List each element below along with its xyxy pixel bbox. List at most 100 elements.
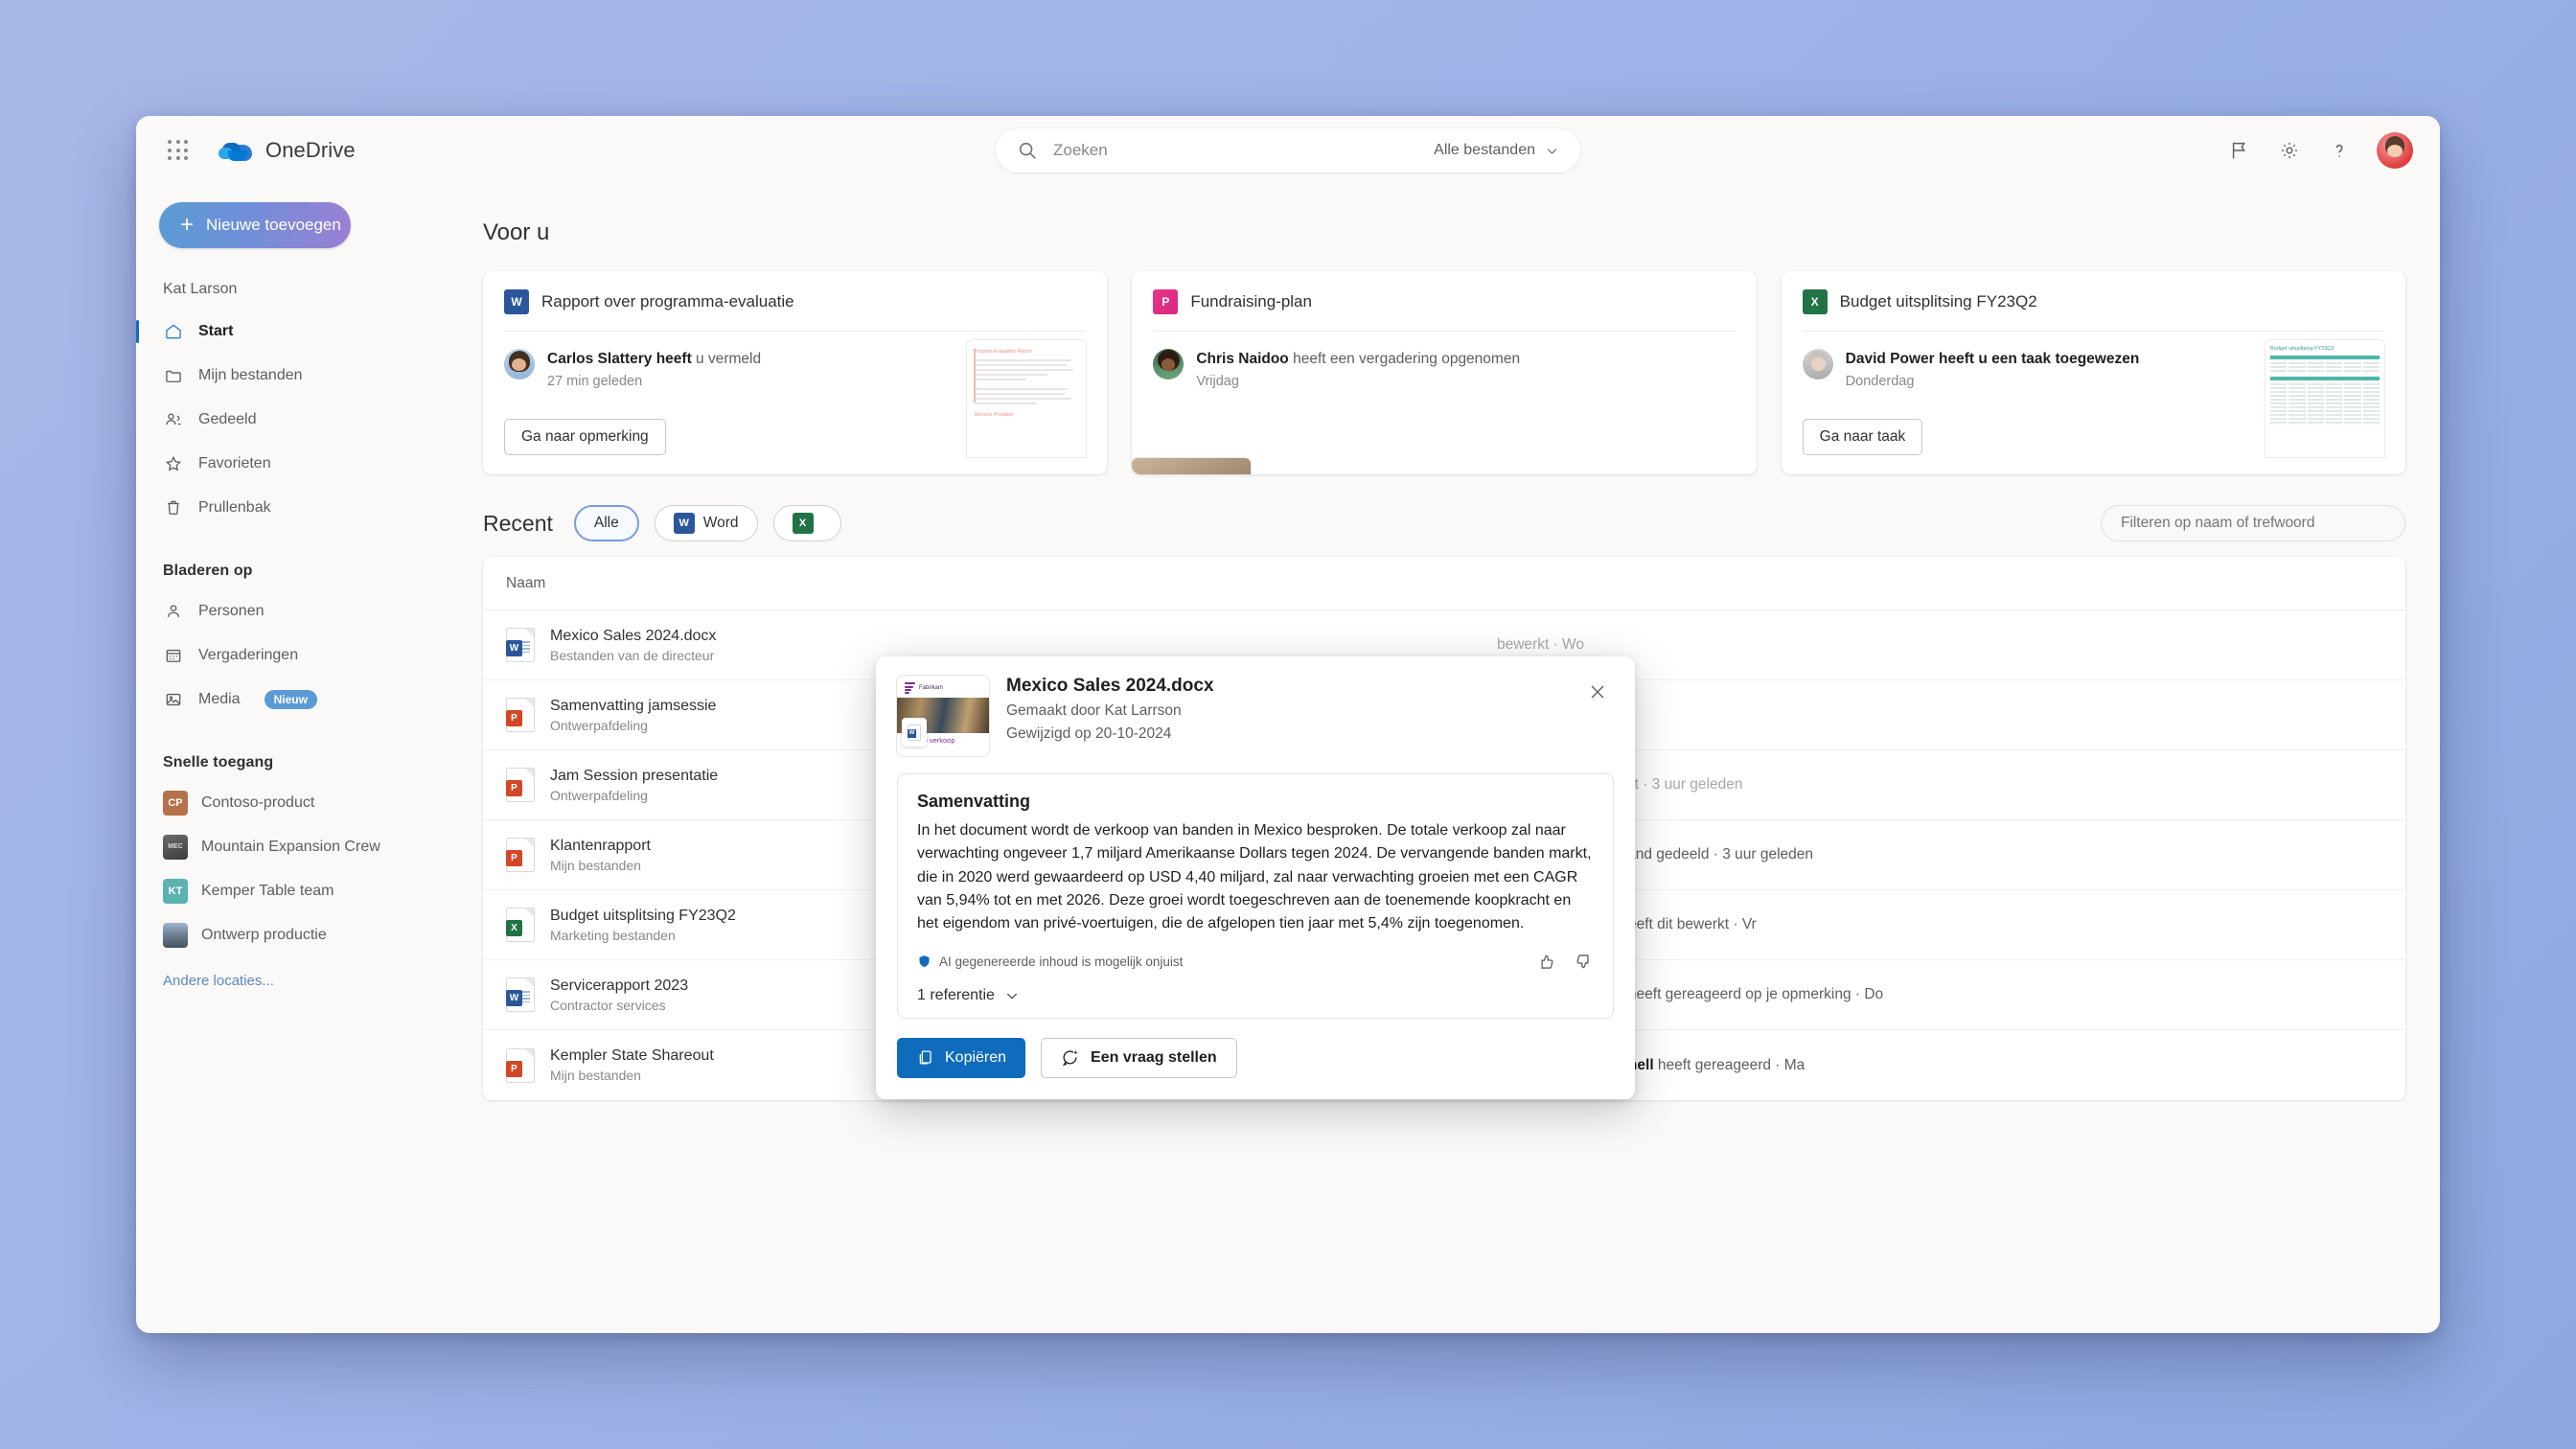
file-name: Jam Session presentatie [550,767,719,784]
onedrive-window: OneDrive Alle bestanden [136,116,2440,1333]
gear-icon[interactable] [2269,130,2310,171]
question-mark-icon[interactable] [2319,130,2359,171]
file-name: Samenvatting jamsessie [550,697,717,714]
activity-text: heeft gereageerd · Ma [1653,1056,1806,1073]
plus-icon: + [180,212,195,238]
file-name: Klantenrapport [550,837,651,854]
trash-icon [163,497,184,518]
search-input[interactable] [1053,141,1425,160]
top-bar: OneDrive Alle bestanden [136,116,2440,185]
top-right-controls [2220,130,2413,171]
close-icon[interactable] [1581,676,1614,708]
card-fundraising-plan[interactable]: P Fundraising-plan Chris Naidoo heeft ee… [1132,271,1757,474]
search-icon [1019,142,1036,159]
references-label: 1 referentie [917,986,995,1003]
card-budget-breakdown[interactable]: X Budget uitsplitsing FY23Q2 David Power… [1781,271,2405,474]
ai-disclaimer: AI gegenereerde inhoud is mogelijk onjui… [917,952,1594,972]
file-location: Mijn bestanden [550,1068,641,1083]
shield-icon [919,955,930,967]
file-location: Ontwerpafdeling [550,717,648,733]
table-header: Naam [483,557,2405,610]
sidebar-item-shared[interactable]: Gedeeld [136,398,441,442]
card-body: Chris Naidoo heeft een vergadering opgen… [1153,332,1735,389]
thumb-title: Program Evaluation Report [974,349,1032,355]
quick-access-item-ontwerp[interactable]: Ontwerp productie [136,913,441,957]
chip-label: Word [702,515,739,531]
copy-button[interactable]: Kopiëren [897,1037,1026,1078]
file-location: Contractor services [550,997,666,1013]
app-launcher-icon[interactable] [157,129,199,172]
recent-header: Recent Alle W Word X [483,505,2405,541]
card-program-evaluation[interactable]: W Rapport over programma-evaluatie Carlo… [483,271,1108,474]
sidebar-item-favorites[interactable]: Favorieten [136,442,441,486]
sidebar-item-label: Mijn bestanden [198,367,303,383]
for-you-cards: W Rapport over programma-evaluatie Carlo… [483,271,2405,474]
feedback-buttons [1536,952,1594,972]
word-icon: W [673,513,695,534]
references-toggle[interactable]: 1 referentie [917,987,1594,1004]
page-title: Voor u [483,219,550,245]
card-activity: David Power heeft u een taak toegewezen [1846,349,2140,370]
calendar-icon [163,645,184,666]
file-name: Kempler State Shareout [550,1047,714,1064]
filter-chip-excel[interactable]: X [772,505,841,541]
ask-question-button[interactable]: Een vraag stellen [1041,1037,1237,1078]
file-thumbnail: Fabrikam W Mexico verkoop [897,676,989,756]
ask-label: Een vraag stellen [1091,1048,1217,1066]
sidebar-item-recycle-bin[interactable]: Prullenbak [136,486,441,530]
quick-access-item-contoso[interactable]: CP Contoso-product [136,781,441,825]
card-action-button[interactable]: Ga naar taak [1802,419,1923,455]
copy-icon [919,1050,932,1065]
other-locations-link[interactable]: Andere locaties... [163,973,441,989]
filter-chip-word[interactable]: W Word [654,505,758,541]
recent-title: Recent [483,510,553,536]
search-box[interactable]: Alle bestanden [996,128,1580,172]
fabrikam-logo: Fabrikam [897,676,989,694]
thumbs-down-icon[interactable] [1574,952,1594,972]
mountain-avatar: MEC [163,835,188,860]
activity-text: bewerkt · Wo [1497,636,1585,653]
quick-access-item-kemper[interactable]: KT Kemper Table team [136,869,441,913]
copy-label: Kopiëren [945,1048,1007,1066]
contoso-avatar: CP [163,791,188,816]
powerpoint-file-icon: P [506,838,535,872]
card-action: u vermeld [691,351,762,367]
quick-access-label: Kemper Table team [201,883,334,899]
search-scope-dropdown[interactable]: Alle bestanden [1424,142,1573,159]
sidebar-item-label: Favorieten [198,455,271,472]
file-location: Ontwerpafdeling [550,787,648,803]
sidebar-item-label: Gedeeld [198,411,257,427]
sidebar-section-browse: Bladeren op [163,563,253,579]
sidebar-item-my-files[interactable]: Mijn bestanden [136,354,441,398]
brand[interactable]: OneDrive [218,138,356,163]
thumb-title: Budget uitsplitsing FY23Q2 [2269,346,2334,352]
sidebar-item-start[interactable]: Start [136,310,441,354]
sidebar-item-meetings[interactable]: Vergaderingen [136,633,441,678]
card-video-thumbnail[interactable] [1132,458,1252,474]
kemper-avatar: KT [163,879,188,904]
card-action-button[interactable]: Ga naar opmerking [504,419,666,455]
thumbs-up-icon[interactable] [1536,952,1556,972]
excel-icon: X [1802,289,1828,314]
activity-text: heeft gereageerd op je opmerking · Do [1623,986,1884,1002]
sidebar-item-label: Media [198,691,241,707]
quick-access-label: Ontwerp productie [201,927,327,943]
user-avatar[interactable] [2377,132,2413,169]
chip-label: Alle [593,515,619,531]
powerpoint-icon: P [1153,289,1179,314]
word-file-icon: W [506,628,535,662]
card-time: Donderdag [1845,374,1915,390]
card-title: Fundraising-plan [1190,292,1312,310]
file-name: Budget uitsplitsing FY23Q2 [550,907,736,924]
filter-chip-all[interactable]: Alle [573,505,639,541]
ontwerp-avatar [163,923,188,948]
sidebar-item-people[interactable]: Personen [136,589,441,633]
sparkle-chat-icon [1062,1049,1078,1066]
dialog-file-name: Mexico Sales 2024.docx [1006,676,1214,696]
add-new-button[interactable]: + Nieuwe toevoegen [159,202,351,248]
flag-icon[interactable] [2220,130,2260,171]
quick-access-item-mountain[interactable]: MEC Mountain Expansion Crew [136,825,441,869]
sidebar-item-media[interactable]: Media Nieuw [136,678,441,722]
excel-file-icon: X [506,908,535,942]
filter-input[interactable] [2101,505,2405,541]
